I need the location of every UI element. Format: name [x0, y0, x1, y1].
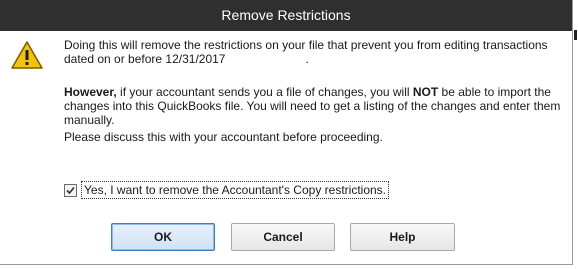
dialog-title: Remove Restrictions: [0, 0, 572, 31]
ok-button[interactable]: OK: [111, 223, 215, 251]
restriction-message-suffix: .: [305, 52, 309, 66]
confirm-checkbox-label[interactable]: Yes, I want to remove the Accountant's C…: [81, 181, 389, 199]
bottom-edge: [0, 265, 578, 269]
background-window-fragment: [574, 30, 577, 40]
help-button[interactable]: Help: [350, 223, 455, 251]
cancel-button[interactable]: Cancel: [231, 223, 335, 251]
import-warning-message: However, if your accountant sends you a …: [64, 85, 569, 127]
remove-restrictions-dialog: Remove Restrictions Doing this will remo…: [0, 0, 573, 265]
background-window-edge: [573, 0, 578, 269]
import-warning-part1: if your accountant sends you a file of c…: [116, 85, 413, 99]
not-emphasis: NOT: [412, 85, 439, 99]
confirm-checkbox-row[interactable]: Yes, I want to remove the Accountant's C…: [64, 181, 389, 199]
warning-icon: [10, 40, 44, 70]
checkmark-icon: [66, 186, 75, 194]
restriction-message: Doing this will remove the restrictions …: [64, 38, 564, 66]
however-label: However,: [64, 85, 117, 99]
discuss-message: Please discuss this with your accountant…: [64, 130, 383, 144]
confirm-checkbox[interactable]: [64, 183, 77, 197]
